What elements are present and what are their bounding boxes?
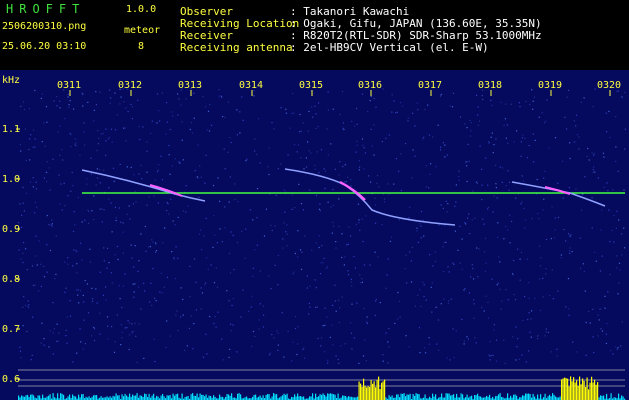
tick-marks	[16, 90, 611, 380]
time-label-0317: 0317	[418, 80, 443, 91]
freq-label-1-0: 1.0	[2, 174, 21, 185]
image-filename: 2506200310.png	[2, 21, 87, 32]
time-label-0316: 0316	[358, 80, 383, 91]
time-label-0313: 0313	[178, 80, 203, 91]
meteor-count-label: meteor	[124, 25, 161, 36]
time-label-0311: 0311	[57, 80, 82, 91]
time-label-0318: 0318	[478, 80, 503, 91]
meteor-echo-2-core	[339, 180, 366, 201]
freq-label-0-8: 0.8	[2, 274, 21, 285]
meteor-echo-2	[284, 168, 456, 226]
time-label-0320: 0320	[597, 80, 622, 91]
time-label-0319: 0319	[538, 80, 563, 91]
spectrogram	[0, 70, 629, 400]
time-label-0315: 0315	[299, 80, 324, 91]
meteor-count-value: 8	[138, 41, 145, 52]
time-label-0314: 0314	[239, 80, 264, 91]
freq-label-0-7: 0.7	[2, 324, 21, 335]
hrofft-window: HROFFT 1.0.0 2506200310.png 25.06.20 03:…	[0, 0, 629, 400]
freq-label-0-9: 0.9	[2, 224, 21, 235]
freq-label-1-1: 1.1	[2, 124, 21, 135]
meteor-echo-1-core	[149, 184, 183, 197]
freq-label-0-6: 0.6	[2, 374, 21, 385]
spectrogram-canvas	[16, 88, 626, 400]
time-label-0312: 0312	[118, 80, 143, 91]
antenna-value: : 2el-HB9CV Vertical (el. E-W)	[290, 41, 489, 54]
app-version: 1.0.0	[126, 4, 157, 15]
app-logo: HROFFT	[6, 2, 86, 16]
capture-datetime: 25.06.20 03:10	[2, 41, 87, 52]
meteor-echo-3	[511, 181, 606, 207]
noise-speckle	[18, 88, 626, 364]
antenna-label: Receiving antenna	[180, 41, 293, 54]
frequency-unit: kHz	[2, 75, 21, 86]
